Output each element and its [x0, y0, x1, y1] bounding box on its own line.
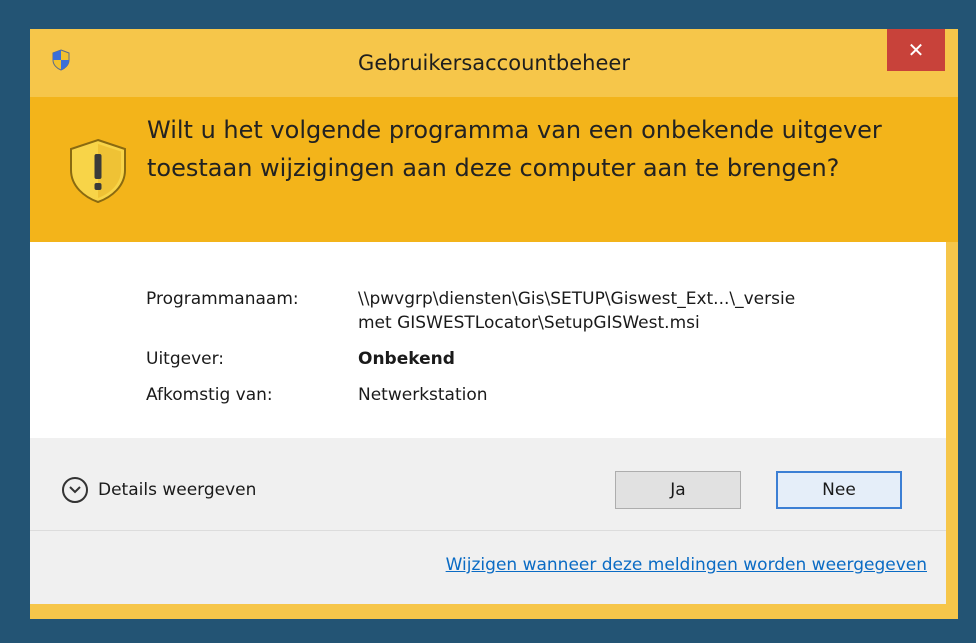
uac-dialog: Gebruikersaccountbeheer ✕ Wilt u het vol…	[30, 29, 958, 619]
origin-label: Afkomstig van:	[146, 385, 273, 405]
window-border-right	[946, 242, 958, 604]
details-toggle[interactable]: Details weergeven	[62, 474, 256, 506]
window-border-bottom	[30, 604, 958, 619]
prompt-header: Wilt u het volgende programma van een on…	[30, 97, 958, 242]
details-label: Details weergeven	[98, 480, 257, 500]
window-title: Gebruikersaccountbeheer	[358, 51, 630, 75]
yes-button[interactable]: Ja	[615, 471, 741, 509]
origin-row: Afkomstig van: Netwerkstation	[146, 383, 946, 407]
program-name-row: Programmanaam: \\pwvgrp\diensten\Gis\SET…	[146, 287, 946, 337]
program-name-line2: met GISWESTLocator\SetupGISWest.msi	[358, 313, 700, 333]
program-info-panel: Programmanaam: \\pwvgrp\diensten\Gis\SET…	[30, 242, 946, 438]
dialog-footer: Details weergeven Ja Nee Wijzigen wannee…	[30, 438, 946, 604]
publisher-row: Uitgever: Onbekend	[146, 347, 946, 371]
no-button[interactable]: Nee	[776, 471, 902, 509]
footer-divider	[30, 530, 946, 531]
change-notification-settings-link[interactable]: Wijzigen wanneer deze meldingen worden w…	[446, 555, 927, 575]
publisher-label: Uitgever:	[146, 349, 225, 369]
program-name-label: Programmanaam:	[146, 289, 299, 309]
prompt-question: Wilt u het volgende programma van een on…	[147, 116, 882, 182]
program-name-line1: \\pwvgrp\diensten\Gis\SETUP\Giswest_Ext.…	[358, 289, 796, 309]
origin-value: Netwerkstation	[358, 385, 488, 405]
warning-shield-icon	[70, 138, 126, 204]
publisher-value: Onbekend	[358, 349, 455, 369]
title-bar: Gebruikersaccountbeheer ✕	[30, 29, 958, 97]
close-icon: ✕	[907, 38, 925, 62]
close-button[interactable]: ✕	[887, 29, 945, 71]
chevron-down-icon	[62, 477, 88, 503]
program-name-value: \\pwvgrp\diensten\Gis\SETUP\Giswest_Ext.…	[358, 287, 938, 335]
